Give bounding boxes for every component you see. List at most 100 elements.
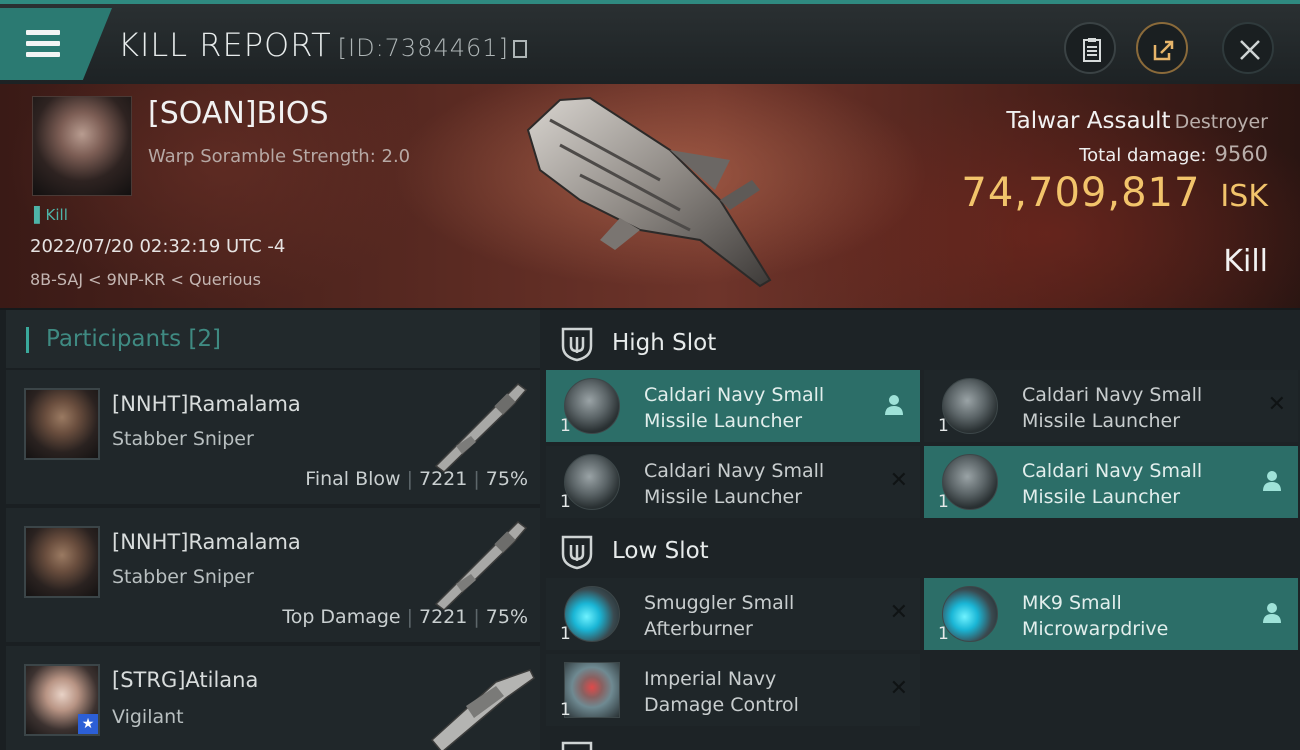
participant-role: Final Blow [305,468,401,490]
module-name-line1: Smuggler Small [644,592,795,614]
participant-card[interactable]: ★ [STRG]Atilana Vigilant [6,646,540,750]
page-title: KILL REPORT [ID:7384461] [118,26,527,64]
menu-button[interactable] [0,8,112,80]
participant-card[interactable]: [NNHT]Ramalama Stabber Sniper Top Damage… [6,508,540,642]
victim-name[interactable]: [SOAN]BIOS [148,96,329,131]
weapon-icon [434,383,528,472]
module-name-line2: Damage Control [644,694,799,716]
total-damage-value: 9560 [1214,142,1268,166]
ship-image[interactable] [520,90,790,300]
participant-portrait[interactable]: ★ [24,664,100,736]
report-id: [ID:7384461] [337,34,509,62]
participant-name: [STRG]Atilana [112,668,259,692]
microwarpdrive-icon [942,586,998,642]
module-name-line2: Missile Launcher [1022,410,1181,432]
high-slot-label: High Slot [612,330,717,356]
participant-stats: Top Damage | 7221 | 75% [282,606,528,628]
share-button[interactable] [1136,22,1188,74]
afterburner-icon [564,586,620,642]
person-icon [1263,471,1281,491]
participant-percent: 75% [485,468,528,490]
module-high-4[interactable]: 1 Caldari Navy Small Missile Launcher [924,446,1298,518]
ship-class: Destroyer [1174,111,1268,133]
module-name-line2: Afterburner [644,618,753,640]
module-name-line2: Microwarpdrive [1022,618,1169,640]
next-slot-header [540,734,1300,750]
separator: | [473,606,480,628]
separator: | [406,468,413,490]
kill-tag: ▌Kill [34,206,68,224]
close-button[interactable] [1222,22,1274,74]
destroyed-icon: ✕ [889,600,908,625]
module-quantity: 1 [560,492,571,512]
kill-tag-text: Kill [45,206,68,224]
module-name-line1: Caldari Navy Small [644,460,825,482]
warp-scramble-strength: Warp Soramble Strength: 2.0 [148,146,411,167]
module-name-line2: Missile Launcher [644,486,803,508]
module-low-1[interactable]: 1 Smuggler Small Afterburner ✕ [546,578,920,650]
separator: | [473,468,480,490]
total-damage: Total damage: 9560 [1079,142,1268,166]
participant-stats: Final Blow | 7221 | 75% [305,468,528,490]
kill-result: Kill [1223,244,1268,279]
module-quantity: 1 [560,700,571,720]
participant-ship: Vigilant [112,706,184,728]
victim-ship[interactable]: Talwar Assault Destroyer [1006,108,1268,134]
module-quantity: 1 [938,416,949,436]
missile-launcher-icon [564,378,620,434]
missile-launcher-icon [942,454,998,510]
damage-control-icon [564,662,620,718]
module-name: Caldari Navy Small Missile Launcher [1022,382,1252,434]
module-low-3[interactable]: 1 Imperial Navy Damage Control ✕ [546,654,920,726]
participants-title: Participants [2] [46,326,221,352]
high-slot-header: High Slot [540,314,1300,370]
victim-portrait[interactable] [32,96,132,196]
isk-unit: ISK [1220,179,1268,214]
participants-header: Participants [2] [6,310,540,368]
participant-ship: Stabber Sniper [112,566,254,588]
page-title-text: KILL REPORT [118,26,332,64]
module-name: Caldari Navy Small Missile Launcher [644,382,874,434]
module-name-line1: Imperial Navy [644,668,777,690]
isk-amount: 74,709,817 [961,170,1201,216]
module-name-line1: Caldari Navy Small [1022,384,1203,406]
module-name: Imperial Navy Damage Control [644,666,874,718]
module-high-1[interactable]: 1 Caldari Navy Small Missile Launcher [546,370,920,442]
fittings-panel: High Slot 1 Caldari Navy Small Missile La… [540,310,1300,750]
copy-icon[interactable] [512,40,527,58]
module-name: Caldari Navy Small Missile Launcher [644,458,874,510]
module-name-line1: Caldari Navy Small [644,384,825,406]
module-quantity: 1 [560,416,571,436]
module-quantity: 1 [560,624,571,644]
close-icon [1240,40,1260,60]
participant-damage: 7221 [419,606,468,628]
missile-launcher-icon [942,378,998,434]
participant-name: [NNHT]Ramalama [112,392,301,416]
destroyed-icon: ✕ [1267,392,1286,417]
participant-ship: Stabber Sniper [112,428,254,450]
missile-launcher-icon [564,454,620,510]
menu-icon-bar [26,41,60,46]
module-high-3[interactable]: 1 Caldari Navy Small Missile Launcher ✕ [546,446,920,518]
menu-icon [26,30,60,35]
person-icon [1263,603,1281,623]
module-low-2[interactable]: 1 MK9 Small Microwarpdrive [924,578,1298,650]
participant-portrait[interactable] [24,526,100,598]
isk-value: 74,709,817 ISK [961,170,1268,216]
module-name: MK9 Small Microwarpdrive [1022,590,1252,642]
participant-card[interactable]: [NNHT]Ramalama Stabber Sniper Final Blow… [6,370,540,504]
low-slot-label: Low Slot [612,538,709,564]
low-slot-header: Low Slot [540,522,1300,578]
participant-percent: 75% [485,606,528,628]
kill-datetime: 2022/07/20 02:32:19 UTC -4 [30,236,286,257]
shield-icon [561,741,593,750]
shield-icon [561,327,593,362]
module-name-line1: MK9 Small [1022,592,1122,614]
destroyed-icon: ✕ [889,676,908,701]
clipboard-button[interactable] [1064,22,1116,74]
module-high-2[interactable]: 1 Caldari Navy Small Missile Launcher ✕ [924,370,1298,442]
module-name-line2: Missile Launcher [644,410,803,432]
participants-count: [2] [188,326,222,352]
participant-portrait[interactable] [24,388,100,460]
participant-damage: 7221 [419,468,468,490]
